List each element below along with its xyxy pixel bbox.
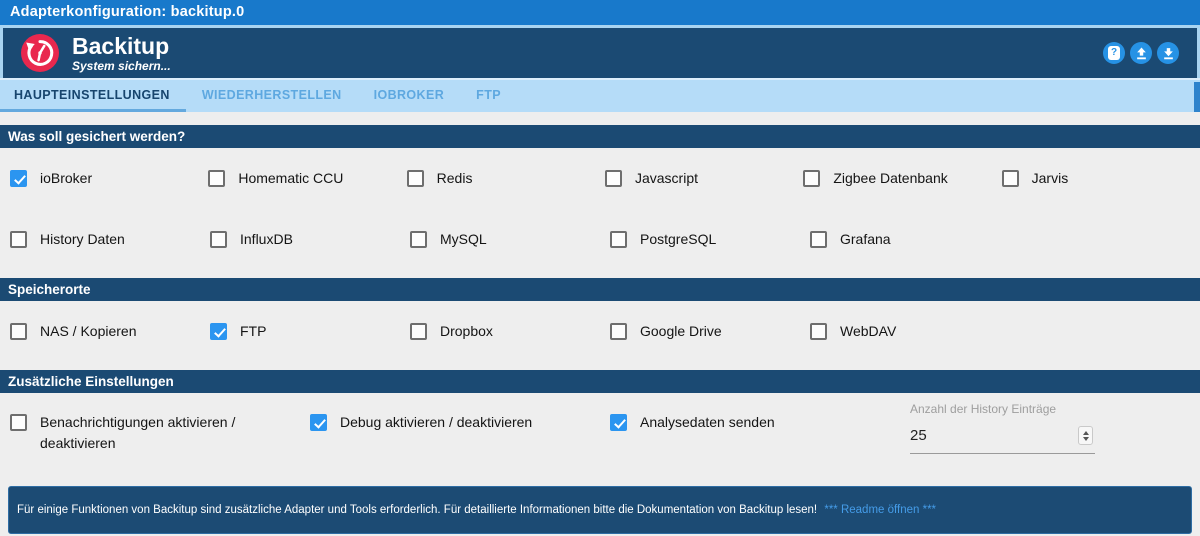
checkbox-item-nas: NAS / Kopieren [10, 321, 210, 342]
section-header-backup: Was soll gesichert werden? [0, 125, 1200, 148]
checkbox-label: Jarvis [1031, 170, 1069, 186]
header-buttons: ? [1103, 42, 1179, 64]
mysql-checkbox[interactable] [410, 231, 427, 248]
checkbox-label: PostgreSQL [640, 231, 717, 247]
javascript-checkbox[interactable] [604, 170, 622, 187]
backup-row-2: History Daten InfluxDB MySQL PostgreSQL … [0, 229, 1200, 250]
checkbox-item-googledrive: Google Drive [610, 321, 810, 342]
dialog-title-bar: Adapterkonfiguration: backitup.0 [0, 0, 1200, 25]
tab-wiederherstellen[interactable]: WIEDERHERSTELLEN [186, 80, 358, 112]
checkbox-item-influxdb: InfluxDB [210, 229, 410, 250]
history-entries-field: Anzahl der History Einträge 25 [910, 402, 1095, 454]
download-config-button[interactable] [1157, 42, 1179, 64]
title-block: Backitup System sichern... [72, 34, 1103, 73]
checkbox-label: History Daten [40, 231, 125, 247]
checkbox-label: Homematic CCU [238, 170, 344, 186]
checkbox-label: Zigbee Datenbank [833, 170, 948, 186]
webdav-checkbox[interactable] [810, 323, 827, 340]
checkbox-item-jarvis: Jarvis [1001, 168, 1200, 189]
section-header-extra: Zusätzliche Einstellungen [0, 370, 1200, 393]
googledrive-checkbox[interactable] [610, 323, 627, 340]
checkbox-label: MySQL [440, 231, 487, 247]
readme-link[interactable]: *** Readme öffnen *** [824, 504, 936, 516]
info-banner-text: Für einige Funktionen von Backitup sind … [17, 503, 936, 517]
help-readme-button[interactable]: ? [1103, 42, 1125, 64]
influxdb-checkbox[interactable] [210, 231, 227, 248]
checkbox-item-analytics: Analysedaten senden [610, 412, 910, 454]
checkbox-item-history: History Daten [10, 229, 210, 250]
scrollbar-thumb[interactable] [1194, 82, 1200, 112]
checkbox-label: Benachrichtigungen aktivieren / deaktivi… [40, 414, 236, 451]
checkbox-label: NAS / Kopieren [40, 323, 137, 339]
dialog-title: Adapterkonfiguration: backitup.0 [10, 4, 245, 20]
checkbox-label: FTP [240, 323, 267, 339]
history-entries-label: Anzahl der History Einträge [910, 402, 1057, 416]
history-checkbox[interactable] [10, 231, 27, 248]
checkbox-label: Dropbox [440, 323, 493, 339]
checkbox-item-dropbox: Dropbox [410, 321, 610, 342]
debug-checkbox[interactable] [310, 414, 327, 431]
redis-checkbox[interactable] [406, 170, 424, 187]
analytics-checkbox[interactable] [610, 414, 627, 431]
history-entries-value[interactable]: 25 [910, 427, 927, 444]
tab-haupteinstellungen[interactable]: HAUPTEINSTELLUNGEN [0, 80, 186, 112]
checkbox-label: InfluxDB [240, 231, 293, 247]
checkbox-item-homematic: Homematic CCU [208, 168, 406, 189]
section-header-storage: Speicherorte [0, 278, 1200, 301]
checkbox-label: ioBroker [40, 170, 93, 186]
checkbox-label: Grafana [840, 231, 891, 247]
stepper-down-icon[interactable] [1082, 436, 1089, 441]
checkbox-label: Analysedaten senden [640, 414, 775, 430]
postgresql-checkbox[interactable] [610, 231, 627, 248]
checkbox-item-redis: Redis [406, 168, 605, 189]
grafana-checkbox[interactable] [810, 231, 827, 248]
backitup-time-machine-logo-icon [21, 34, 59, 72]
jarvis-checkbox[interactable] [1001, 170, 1019, 187]
help-icon: ? [1108, 46, 1120, 60]
app-title: Backitup [72, 32, 170, 59]
backup-row-1: ioBroker Homematic CCU Redis Javascript … [0, 168, 1200, 189]
checkbox-item-webdav: WebDAV [810, 321, 1010, 342]
checkbox-label: Debug aktivieren / deaktivieren [340, 414, 533, 430]
checkbox-label: Javascript [634, 170, 699, 186]
stepper-up-icon[interactable] [1082, 430, 1089, 435]
tab-iobroker[interactable]: IOBROKER [358, 80, 461, 112]
upload-icon [1136, 47, 1146, 59]
checkbox-item-ftp: FTP [210, 321, 410, 342]
tab-ftp[interactable]: FTP [460, 80, 517, 112]
info-text: Für einige Funktionen von Backitup sind … [17, 504, 818, 516]
checkbox-item-zigbee: Zigbee Datenbank [803, 168, 1001, 189]
homematic-checkbox[interactable] [208, 170, 226, 187]
number-stepper[interactable] [1078, 426, 1093, 445]
nas-checkbox[interactable] [10, 323, 27, 340]
upload-config-button[interactable] [1130, 42, 1152, 64]
checkbox-item-notifications: Benachrichtigungen aktivieren / deaktivi… [10, 412, 310, 454]
storage-row: NAS / Kopieren FTP Dropbox Google Drive … [0, 321, 1200, 342]
tab-bar: HAUPTEINSTELLUNGEN WIEDERHERSTELLEN IOBR… [0, 78, 1200, 112]
info-banner: Für einige Funktionen von Backitup sind … [8, 486, 1192, 534]
header-frame: Backitup System sichern... ? [0, 25, 1200, 78]
iobroker-checkbox[interactable] [10, 170, 27, 187]
checkbox-item-debug: Debug aktivieren / deaktivieren [310, 412, 610, 454]
zigbee-checkbox[interactable] [803, 170, 821, 187]
history-entries-input[interactable]: 25 [910, 420, 1095, 454]
checkbox-item-javascript: Javascript [604, 168, 803, 189]
download-icon [1163, 47, 1173, 59]
checkbox-label: Redis [436, 170, 473, 186]
checkbox-label: WebDAV [840, 323, 897, 339]
extra-row: Benachrichtigungen aktivieren / deaktivi… [0, 402, 1200, 454]
checkbox-item-postgresql: PostgreSQL [610, 229, 810, 250]
checkbox-item-grafana: Grafana [810, 229, 1010, 250]
dropbox-checkbox[interactable] [410, 323, 427, 340]
checkbox-item-iobroker: ioBroker [10, 168, 208, 189]
ftp-checkbox[interactable] [210, 323, 227, 340]
app-subtitle: System sichern... [72, 58, 171, 73]
app-header: Backitup System sichern... ? [3, 28, 1197, 78]
notifications-checkbox[interactable] [10, 414, 27, 431]
checkbox-label: Google Drive [640, 323, 722, 339]
checkbox-item-mysql: MySQL [410, 229, 610, 250]
